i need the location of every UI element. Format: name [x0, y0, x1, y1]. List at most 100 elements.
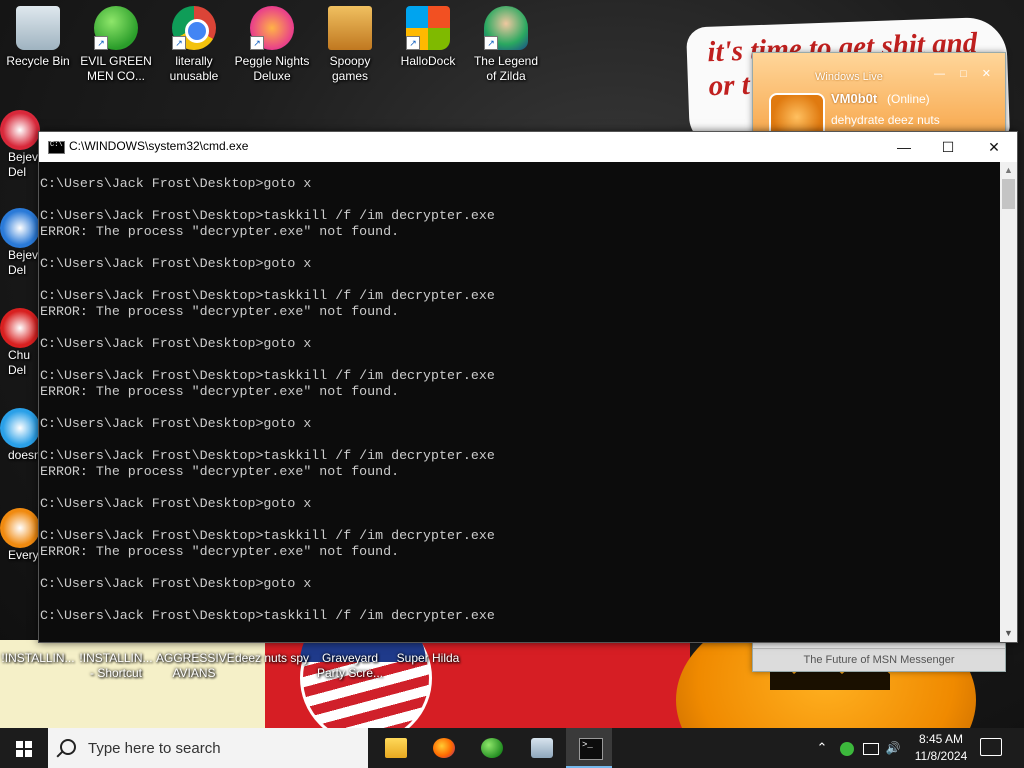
folder-icon	[328, 6, 372, 50]
taskbar-app-button[interactable]	[372, 728, 418, 768]
cmd-scrollbar[interactable]: ▲ ▼	[1000, 162, 1017, 642]
desktop-shortcut[interactable]: ↗ The Legend of Zilda	[468, 6, 544, 84]
clock-date: 11/8/2024	[914, 749, 968, 763]
desktop-shortcut[interactable]: Chu Del	[0, 308, 40, 378]
clock[interactable]: 8:45 AM 11/8/2024	[906, 731, 976, 765]
cmd-titlebar[interactable]: C:\WINDOWS\system32\cmd.exe — ☐ ✕	[39, 132, 1017, 162]
console-line: C:\Users\Jack Frost\Desktop>taskkill /f …	[40, 208, 495, 223]
cmd-window[interactable]: C:\WINDOWS\system32\cmd.exe — ☐ ✕ C:\Use…	[38, 131, 1018, 643]
start-button[interactable]	[0, 728, 48, 768]
scroll-thumb[interactable]	[1002, 179, 1015, 209]
clock-time: 8:45 AM	[918, 732, 964, 746]
desktop-icon-label: Spoopy games	[329, 54, 371, 83]
console-line: C:\Users\Jack Frost\Desktop>goto x	[40, 176, 312, 191]
msn-status[interactable]: (Online)	[887, 92, 930, 106]
desktop-icon-label: Bejev Del	[8, 150, 39, 179]
shortcut-arrow-icon: ↗	[484, 36, 498, 50]
windows-logo-icon: ↗	[406, 6, 450, 50]
desktop-shortcut[interactable]: Every	[0, 508, 40, 563]
msn-display-name[interactable]: VM0b0t	[831, 91, 877, 106]
maximize-button[interactable]: ☐	[925, 132, 971, 162]
close-button[interactable]: ✕	[971, 132, 1017, 162]
desktop-icon-label: Bejev Del	[8, 248, 39, 277]
notification-center-icon[interactable]	[980, 738, 1002, 756]
desktop-icon-label: Peggle Nights Deluxe	[234, 54, 310, 83]
console-line: C:\Users\Jack Frost\Desktop>taskkill /f …	[40, 448, 495, 463]
desktop-shortcut[interactable]: doesn	[0, 408, 41, 463]
app-icon	[0, 308, 40, 348]
peggle-icon: ↗	[250, 6, 294, 50]
desktop-shortcut[interactable]: Bejev Del	[0, 110, 40, 180]
app-icon	[0, 110, 40, 150]
desktop-shortcut[interactable]: ↗ EVIL GREEN MEN CO...	[78, 6, 154, 84]
console-line: C:\Users\Jack Frost\Desktop>goto x	[40, 416, 312, 431]
desktop-shortcut[interactable]: Spoopy games	[312, 6, 388, 84]
desktop-shortcut[interactable]: ↗ HalloDock	[390, 6, 466, 69]
desktop-icon-label: Chu Del	[8, 348, 31, 377]
taskbar-app-button[interactable]	[518, 728, 564, 768]
taskbar-app-button[interactable]	[420, 728, 466, 768]
taskbar-app-button[interactable]	[566, 728, 612, 768]
app-icon	[0, 208, 40, 248]
shortcut-arrow-icon: ↗	[250, 36, 264, 50]
msn-icon: ↗	[94, 6, 138, 50]
network-app-icon	[531, 738, 553, 758]
desktop-shortcut[interactable]: ↗ Peggle Nights Deluxe	[234, 6, 310, 84]
console-line: ERROR: The process "decrypter.exe" not f…	[40, 304, 400, 319]
console-line: C:\Users\Jack Frost\Desktop>taskkill /f …	[40, 528, 495, 543]
desktop-icon-label: Every	[8, 548, 39, 562]
msn-title: Windows Live	[815, 71, 883, 83]
zilda-icon: ↗	[484, 6, 528, 50]
taskbar-app-button[interactable]	[468, 728, 514, 768]
msn-window-controls[interactable]: — □ ✕	[934, 67, 997, 80]
desktop-shortcut[interactable]: ↗ literally unusable	[156, 6, 232, 84]
desktop-icon-label: The Legend of Zilda	[473, 54, 539, 83]
desktop-icon-label: literally unusable	[169, 54, 219, 83]
cmd-console-output[interactable]: C:\Users\Jack Frost\Desktop>goto x C:\Use…	[39, 162, 1000, 656]
console-line: C:\Users\Jack Frost\Desktop>goto x	[40, 496, 312, 511]
console-line: C:\Users\Jack Frost\Desktop>taskkill /f …	[40, 368, 495, 383]
windows-start-icon	[16, 741, 32, 757]
shortcut-arrow-icon: ↗	[172, 36, 186, 50]
firefox-icon	[433, 738, 455, 758]
msn-personal-message[interactable]: dehydrate deez nuts	[831, 113, 940, 127]
desktop-icon-label: HalloDock	[400, 54, 456, 68]
cmd-icon	[579, 738, 603, 760]
shortcut-arrow-icon: ↗	[94, 36, 108, 50]
desktop-icon-label: doesn	[8, 448, 41, 462]
console-line: C:\Users\Jack Frost\Desktop>goto x	[40, 256, 312, 271]
tray-msn-icon[interactable]	[836, 728, 858, 768]
desktop-icon-label: Recycle Bin	[6, 54, 70, 68]
msn-header: Windows Live — □ ✕ VM0b0t (Online) dehyd…	[753, 53, 1005, 141]
console-line: ERROR: The process "decrypter.exe" not f…	[40, 544, 400, 559]
tray-chevron-icon[interactable]: ⌃	[812, 728, 832, 768]
taskbar: Type here to search ⌃ 🔊 8:45 AM 11/8/202…	[0, 728, 1024, 768]
tray-volume-icon[interactable]: 🔊	[882, 728, 904, 768]
minimize-button[interactable]: —	[881, 132, 927, 162]
app-icon	[0, 508, 40, 548]
scroll-down-icon[interactable]: ▼	[1000, 625, 1017, 642]
desktop-shortcut[interactable]: Recycle Bin	[0, 6, 76, 69]
console-line: ERROR: The process "decrypter.exe" not f…	[40, 384, 400, 399]
desktop-icon-label: EVIL GREEN MEN CO...	[80, 54, 152, 83]
console-line: C:\Users\Jack Frost\Desktop>taskkill /f …	[40, 288, 495, 303]
console-line: C:\Users\Jack Frost\Desktop>taskkill /f …	[40, 608, 495, 623]
search-placeholder: Type here to search	[88, 740, 221, 757]
console-line: C:\Users\Jack Frost\Desktop>goto x	[40, 336, 312, 351]
search-box[interactable]: Type here to search	[48, 728, 368, 768]
console-line: ERROR: The process "decrypter.exe" not f…	[40, 464, 400, 479]
file-explorer-icon	[385, 738, 407, 758]
desktop-shortcut[interactable]: Bejev Del	[0, 208, 40, 278]
cmd-title-icon[interactable]	[48, 141, 65, 154]
tray-network-icon[interactable]	[860, 728, 882, 768]
cmd-title: C:\WINDOWS\system32\cmd.exe	[69, 139, 249, 153]
scroll-up-icon[interactable]: ▲	[1000, 162, 1017, 179]
